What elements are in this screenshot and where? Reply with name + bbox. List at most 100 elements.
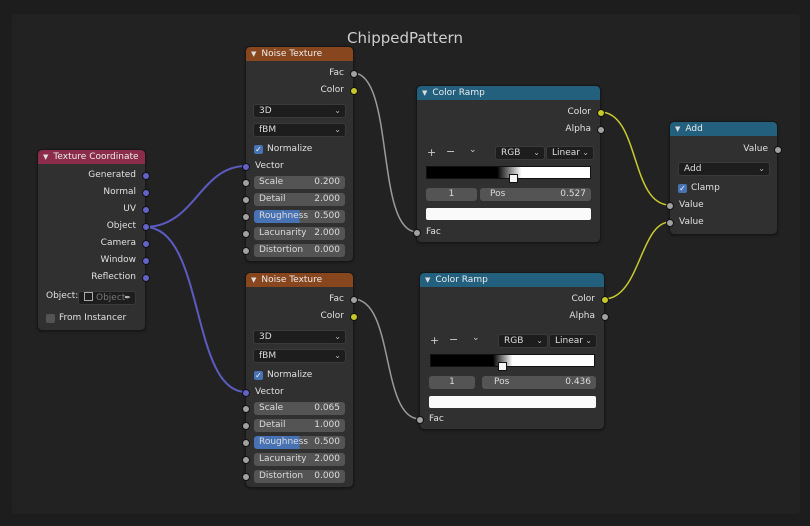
dimensions-dropdown[interactable]: 3D ⌄ [253, 104, 346, 118]
socket-uv[interactable] [142, 206, 150, 214]
ramp-stop-handle[interactable] [509, 174, 518, 183]
texture-coordinate-node[interactable]: ▼ Texture Coordinate Generated Normal UV… [37, 149, 150, 331]
distortion-field[interactable]: Distortion 0.000 [254, 244, 345, 257]
detail-field[interactable]: Detail 1.000 [254, 419, 345, 432]
socket-vector[interactable] [242, 389, 250, 397]
stop-index-field[interactable]: 1 [426, 188, 477, 201]
scale-field[interactable]: Scale 0.065 [254, 402, 345, 415]
node-header[interactable]: ▼ Noise Texture [246, 47, 353, 61]
stop-color-swatch[interactable] [426, 208, 591, 220]
node-header[interactable]: ▼ Texture Coordinate [38, 150, 145, 164]
socket-window[interactable] [142, 257, 150, 265]
color-ramp-gradient[interactable] [430, 354, 595, 367]
stop-index-field[interactable]: 1 [429, 376, 475, 389]
socket-object[interactable] [142, 223, 150, 231]
interpolation-dropdown[interactable]: Linear ⌄ [546, 146, 594, 160]
socket-alpha[interactable] [601, 313, 609, 321]
color-ramp-node-1[interactable]: ▼ Color Ramp Color Alpha + − ⌄ RGB ⌄ Line… [413, 85, 605, 243]
socket-scale[interactable] [242, 179, 250, 187]
socket-color[interactable] [350, 87, 358, 95]
socket-value-input-2[interactable] [666, 219, 674, 227]
output-fac: Fac [329, 68, 344, 78]
socket-distortion[interactable] [242, 473, 250, 481]
socket-normal[interactable] [142, 189, 150, 197]
collapse-chevron-icon[interactable]: ▼ [43, 153, 48, 161]
remove-stop-icon[interactable]: − [446, 145, 455, 158]
stop-color-swatch[interactable] [429, 396, 596, 408]
socket-detail[interactable] [242, 196, 250, 204]
field-label: Scale [259, 177, 284, 187]
object-picker[interactable]: Object ✒ [78, 291, 136, 305]
color-mode-dropdown[interactable]: RGB ⌄ [498, 334, 548, 348]
lacunarity-field[interactable]: Lacunarity 2.000 [254, 227, 345, 240]
roughness-slider[interactable]: Roughness 0.500 [254, 436, 345, 449]
node-header[interactable]: ▼ Noise Texture [246, 273, 353, 287]
node-header[interactable]: ▼ Color Ramp [420, 273, 604, 287]
output-normal: Normal [103, 187, 136, 197]
checkbox-box[interactable] [46, 313, 55, 323]
collapse-chevron-icon[interactable]: ▼ [425, 276, 430, 284]
node-header[interactable]: ▼ Color Ramp [417, 86, 600, 100]
output-color: Color [320, 311, 345, 321]
color-ramp-node-2[interactable]: ▼ Color Ramp Color Alpha + − ⌄ RGB ⌄ Line… [416, 272, 609, 430]
socket-color[interactable] [601, 296, 609, 304]
socket-vector[interactable] [242, 163, 250, 171]
socket-distortion[interactable] [242, 247, 250, 255]
noise-texture-node-2[interactable]: ▼ Noise Texture Fac Color 3D ⌄ fBM ⌄ ✓ Nor… [242, 272, 358, 488]
socket-fac[interactable] [350, 70, 358, 78]
socket-roughness[interactable] [242, 439, 250, 447]
socket-generated[interactable] [142, 172, 150, 180]
pos-field[interactable]: Pos 0.436 [482, 376, 596, 389]
socket-camera[interactable] [142, 240, 150, 248]
ramp-stop-handle[interactable] [498, 362, 507, 371]
scale-field[interactable]: Scale 0.200 [254, 176, 345, 189]
operation-dropdown[interactable]: Add ⌄ [678, 162, 770, 176]
remove-stop-icon[interactable]: − [449, 333, 458, 346]
eyedropper-icon[interactable]: ✒ [124, 292, 131, 304]
interpolation-dropdown[interactable]: Linear ⌄ [549, 334, 597, 348]
normalize-checkbox[interactable]: ✓ Normalize [254, 142, 312, 156]
normalize-checkbox[interactable]: ✓ Normalize [254, 368, 312, 382]
type-dropdown[interactable]: fBM ⌄ [253, 123, 346, 137]
socket-fac[interactable] [350, 296, 358, 304]
collapse-chevron-icon[interactable]: ▼ [251, 50, 256, 58]
socket-value-input-1[interactable] [666, 202, 674, 210]
collapse-chevron-icon[interactable]: ▼ [675, 125, 680, 133]
add-stop-icon[interactable]: + [430, 334, 439, 347]
socket-fac-input[interactable] [416, 416, 424, 424]
socket-lacunarity[interactable] [242, 230, 250, 238]
color-mode-dropdown[interactable]: RGB ⌄ [495, 146, 545, 160]
socket-color[interactable] [597, 109, 605, 117]
pos-field[interactable]: Pos 0.527 [480, 188, 591, 201]
checkmark-icon[interactable]: ✓ [678, 183, 687, 193]
lacunarity-field[interactable]: Lacunarity 2.000 [254, 453, 345, 466]
ramp-menu-chevron-icon[interactable]: ⌄ [469, 145, 477, 155]
socket-value-output[interactable] [774, 146, 782, 154]
clamp-checkbox[interactable]: ✓ Clamp [678, 181, 720, 195]
socket-alpha[interactable] [597, 126, 605, 134]
collapse-chevron-icon[interactable]: ▼ [422, 89, 427, 97]
socket-color[interactable] [350, 313, 358, 321]
type-dropdown[interactable]: fBM ⌄ [253, 349, 346, 363]
dimensions-dropdown[interactable]: 3D ⌄ [253, 330, 346, 344]
dropdown-value: fBM [259, 125, 277, 135]
ramp-menu-chevron-icon[interactable]: ⌄ [472, 333, 480, 343]
socket-roughness[interactable] [242, 213, 250, 221]
collapse-chevron-icon[interactable]: ▼ [251, 276, 256, 284]
checkmark-icon[interactable]: ✓ [254, 370, 263, 380]
socket-scale[interactable] [242, 405, 250, 413]
socket-reflection[interactable] [142, 274, 150, 282]
socket-detail[interactable] [242, 422, 250, 430]
socket-fac-input[interactable] [413, 229, 421, 237]
roughness-slider[interactable]: Roughness 0.500 [254, 210, 345, 223]
noise-texture-node-1[interactable]: ▼ Noise Texture Fac Color 3D ⌄ fBM ⌄ ✓ Nor… [242, 46, 358, 262]
detail-field[interactable]: Detail 2.000 [254, 193, 345, 206]
field-label: Detail [259, 194, 286, 204]
socket-lacunarity[interactable] [242, 456, 250, 464]
math-add-node[interactable]: ▼ Add Value Add ⌄ ✓ Clamp Value Value [666, 121, 782, 235]
node-header[interactable]: ▼ Add [670, 122, 777, 136]
distortion-field[interactable]: Distortion 0.000 [254, 470, 345, 483]
checkmark-icon[interactable]: ✓ [254, 144, 263, 154]
add-stop-icon[interactable]: + [427, 146, 436, 159]
from-instancer-checkbox[interactable]: From Instancer [46, 311, 126, 325]
